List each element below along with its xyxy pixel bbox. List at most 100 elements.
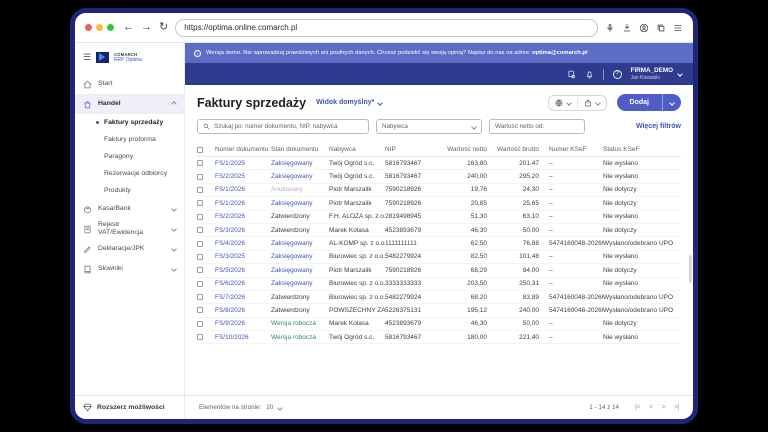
minimize-window-button[interactable] [96,24,103,31]
row-checkbox[interactable] [197,307,203,314]
close-window-button[interactable] [85,24,92,31]
column-header[interactable]: Wartość brutto [497,146,549,153]
column-header[interactable]: Nabywca [329,146,385,153]
invoice-number-link[interactable]: FS/4/2026 [215,240,271,247]
table-row[interactable]: FS/9/2026 Wersja robocza Marek Kolasa 45… [197,318,681,332]
bell-icon[interactable] [585,70,594,79]
document-state[interactable]: Zaksięgowany [271,240,329,247]
document-state[interactable]: Zaksięgowany [271,173,329,180]
sidebar-menu-icon[interactable]: ☰ [83,52,91,63]
table-row[interactable]: FS/10/2026 Wersja robocza Twój Ogród s.c… [197,331,681,345]
document-clock-icon[interactable] [567,70,576,79]
select-all-checkbox[interactable] [197,146,203,153]
column-header[interactable]: Wartość netto [441,146,497,153]
sidebar-item-rezerwacje-odbiorcy[interactable]: Rezerwacje odbiorcy [75,165,184,182]
expand-capabilities-button[interactable]: Rozszerz możliwości [75,395,184,419]
netto-from-input[interactable]: Wartość netto od: [489,119,585,134]
sidebar-item-faktury-proforma[interactable]: Faktury proforma [75,131,184,148]
invoice-number-link[interactable]: FS/2/2025 [215,173,271,180]
microphone-icon[interactable] [605,23,615,33]
sidebar-item-handel[interactable]: Handel [75,94,184,114]
row-checkbox[interactable] [197,320,203,327]
row-checkbox[interactable] [197,160,203,167]
sidebar-item-faktury-sprzedazy[interactable]: Faktury sprzedaży [75,114,184,131]
table-row[interactable]: FS/2/2025 Zaksięgowany Twój Ogród s.c. 5… [197,170,681,184]
last-page-button[interactable]: >| [674,404,679,411]
invoice-number-link[interactable]: FS/1/2025 [215,160,271,167]
invoice-number-link[interactable]: FS/8/2026 [215,307,271,314]
column-header[interactable]: Status KSeF [603,146,675,153]
table-row[interactable]: FS/4/2026 Zaksięgowany AL-KOMP sp. z o.o… [197,237,681,251]
banner-email[interactable]: optima@comarch.pl [532,50,588,56]
column-header[interactable]: Stan dokumentu [271,146,329,153]
invoice-number-link[interactable]: FS/7/2026 [215,294,271,301]
view-selector[interactable]: Widok domyślny* [316,99,384,106]
reload-icon[interactable]: ↻ [159,22,168,33]
row-checkbox[interactable] [197,334,203,341]
table-row[interactable]: FS/1/2026 Zaksięgowany Piotr Marszalik 7… [197,197,681,211]
table-row[interactable]: FS/8/2026 Zatwierdzony POWSZECHNY ZAKŁ 5… [197,304,681,318]
row-checkbox[interactable] [197,294,203,301]
sidebar-item-kasa-bank[interactable]: Kasa/Bank [75,199,184,219]
document-state[interactable]: Zaksięgowany [271,267,329,274]
invoice-number-link[interactable]: FS/1/2026 [215,186,271,193]
browser-menu-icon[interactable] [673,23,683,33]
company-switcher[interactable]: FIRMA_DEMO Jan Kowalski [631,67,683,81]
invoice-number-link[interactable]: FS/1/2026 [215,200,271,207]
more-filters-link[interactable]: Więcej filtrów [636,123,681,130]
table-scrollbar[interactable] [689,255,692,283]
invoice-number-link[interactable]: FS/6/2026 [215,280,271,287]
row-checkbox[interactable] [197,240,203,247]
export-menu-button[interactable] [578,99,606,107]
table-row[interactable]: FS/3/2026 Zatwierdzony Marek Kolasa 4523… [197,224,681,238]
help-icon[interactable]: ? [612,69,622,79]
invoice-number-link[interactable]: FS/3/2025 [215,253,271,260]
invoice-number-link[interactable]: FS/3/2026 [215,227,271,234]
table-row[interactable]: FS/1/2025 Zaksięgowany Twój Ogród s.c. 5… [197,157,681,171]
row-checkbox[interactable] [197,280,203,287]
invoice-number-link[interactable]: FS/5/2026 [215,267,271,274]
add-button[interactable]: Dodaj [617,94,662,111]
table-row[interactable]: FS/3/2025 Zaksięgowany Biurowiec sp. z o… [197,251,681,265]
invoice-number-link[interactable]: FS/2/2026 [215,213,271,220]
row-checkbox[interactable] [197,213,203,220]
download-icon[interactable] [622,23,632,33]
sidebar-item-paragony[interactable]: Paragony [75,148,184,165]
sidebar-item-start[interactable]: Start [75,74,184,94]
sidebar-item-slowniki[interactable]: Słowniki [75,259,184,279]
column-header[interactable]: Numer dokumentu [215,146,271,153]
row-checkbox[interactable] [197,267,203,274]
profile-icon[interactable] [639,23,649,33]
document-state[interactable]: Zaksięgowany [271,160,329,167]
buyer-filter-select[interactable]: Nabywca [376,119,482,134]
invoice-number-link[interactable]: FS/9/2026 [215,320,271,327]
table-row[interactable]: FS/1/2026 Anulowany Piotr Marszalik 7590… [197,184,681,198]
row-checkbox[interactable] [197,173,203,180]
next-page-button[interactable]: > [662,404,666,411]
back-icon[interactable]: ← [123,22,134,33]
invoice-number-link[interactable]: FS/10/2026 [215,334,271,341]
table-row[interactable]: FS/5/2026 Zaksięgowany Piotr Marszalik 7… [197,264,681,278]
sidebar-item-deklaracje-jpk[interactable]: Deklaracje/JPK [75,239,184,259]
document-state[interactable]: Zaksięgowany [271,280,329,287]
previous-page-button[interactable]: < [649,404,653,411]
add-menu-button[interactable] [662,94,681,111]
address-bar[interactable]: https://optima.online.comarch.pl [175,18,598,37]
row-checkbox[interactable] [197,200,203,207]
window-controls[interactable] [85,24,114,31]
print-menu-button[interactable] [549,99,577,107]
column-header[interactable]: NIP [385,146,441,153]
search-input[interactable]: Szukaj po: numer dokumentu, NIP, nabywca [197,119,369,134]
table-row[interactable]: FS/2/2026 Zatwierdzony F.H. ALOZA sp. z … [197,211,681,224]
table-row[interactable]: FS/7/2026 Zatwierdzony Biurowiec sp. z o… [197,291,681,305]
sidebar-item-rejestr-vat[interactable]: Rejestr VAT/Ewidencja [75,219,184,239]
row-checkbox[interactable] [197,227,203,234]
tabs-icon[interactable] [656,23,666,33]
maximize-window-button[interactable] [107,24,114,31]
column-header[interactable]: Numer KSeF [549,146,603,153]
sidebar-item-produkty[interactable]: Produkty [75,182,184,199]
document-state[interactable]: Zaksięgowany [271,200,329,207]
items-per-page-select[interactable]: Elementów na stronie: 20 [199,404,284,411]
table-row[interactable]: FS/6/2026 Zaksięgowany Biurowiec sp. z o… [197,278,681,291]
forward-icon[interactable]: → [141,22,152,33]
